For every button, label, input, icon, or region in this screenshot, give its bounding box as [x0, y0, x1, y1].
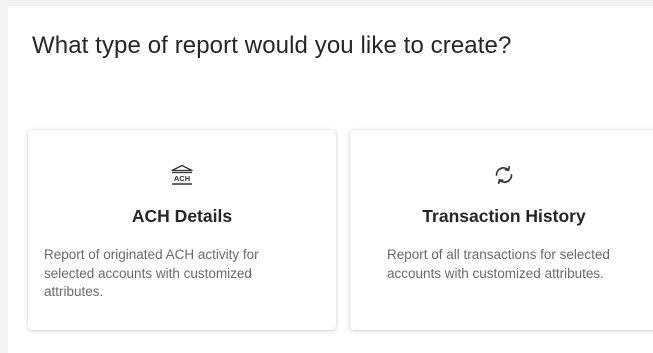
report-type-panel: What type of report would you like to cr…: [8, 6, 653, 353]
transaction-history-card[interactable]: Transaction History Report of all transa…: [350, 130, 653, 330]
ach-details-title: ACH Details: [131, 206, 233, 226]
transaction-history-title: Transaction History: [422, 206, 586, 226]
ach-details-card[interactable]: ACH ACH Details Report of originated ACH…: [28, 130, 336, 330]
bank-icon: ACH: [28, 164, 336, 186]
bank-icon-label: ACH: [174, 174, 190, 183]
page-title: What type of report would you like to cr…: [32, 32, 512, 59]
refresh-icon: [350, 164, 653, 186]
transaction-history-description: Report of all transactions for selected …: [387, 247, 610, 281]
ach-details-description: Report of originated ACH activity for se…: [44, 247, 259, 299]
